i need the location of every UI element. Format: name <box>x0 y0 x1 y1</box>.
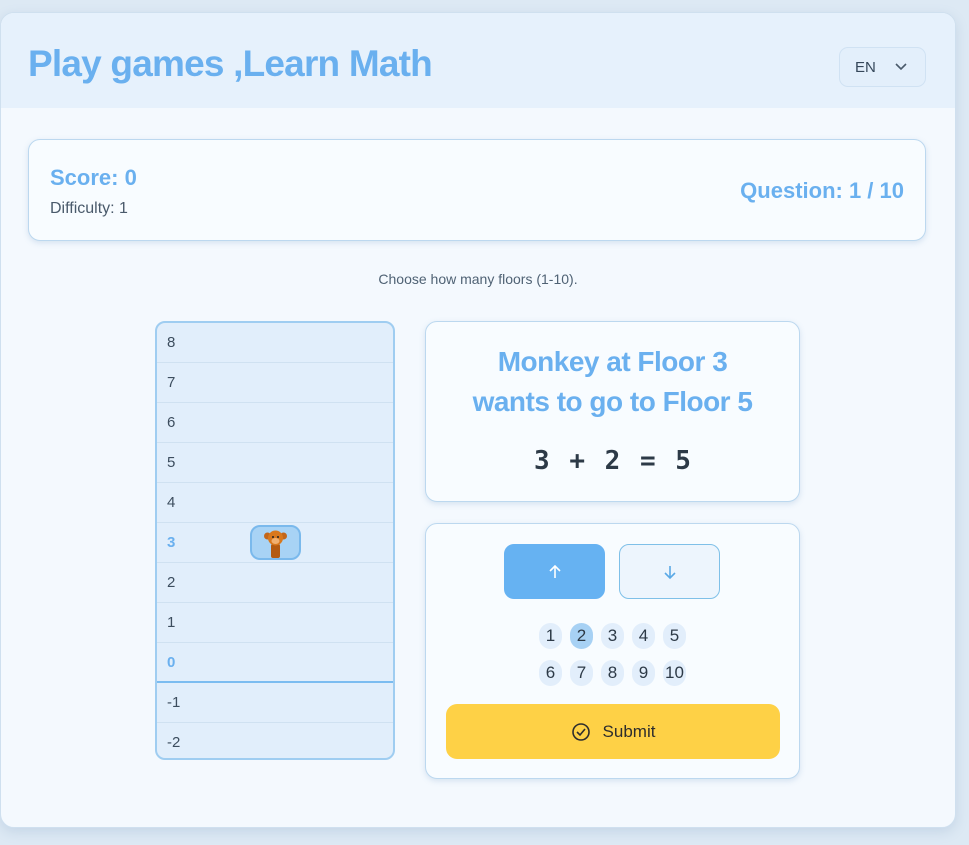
floor-row: 2 <box>157 563 393 603</box>
difficulty-text: Difficulty: 1 <box>50 200 128 217</box>
number-option[interactable]: 10 <box>663 660 686 686</box>
number-option[interactable]: 1 <box>539 623 562 649</box>
header: Play games ,Learn Math EN <box>1 13 955 108</box>
floor-row: 6 <box>157 403 393 443</box>
floor-row: 1 <box>157 603 393 643</box>
language-value: EN <box>855 58 876 76</box>
up-button[interactable] <box>504 544 605 599</box>
check-circle-icon <box>571 722 590 741</box>
question-counter: Question: 1 / 10 <box>740 178 904 203</box>
control-card: 12345 6 7 8 9 10 Submit <box>425 523 800 779</box>
number-row-2: 6 7 8 9 10 <box>426 660 799 686</box>
monkey-marker <box>250 525 301 560</box>
problem-card: Monkey at Floor 3 wants to go to Floor 5… <box>425 321 800 502</box>
floor-row: 0 <box>157 643 393 683</box>
arrow-up-icon <box>548 564 561 578</box>
equation: 3 + 2 = 5 <box>534 446 691 476</box>
number-option[interactable]: 4 <box>632 623 655 649</box>
problem-line-2: wants to go to Floor 5 <box>472 386 753 417</box>
problem-line-1: Monkey at Floor 3 <box>497 346 728 377</box>
floor-row: -1 <box>157 683 393 723</box>
number-option[interactable]: 9 <box>632 660 655 686</box>
app-window: Play games ,Learn Math EN Score: 0 Diffi… <box>0 12 956 828</box>
number-option[interactable]: 7 <box>570 660 593 686</box>
floor-row: 8 <box>157 323 393 363</box>
language-select[interactable]: EN <box>839 47 926 87</box>
submit-button[interactable]: Submit <box>446 704 780 759</box>
down-button[interactable] <box>619 544 720 599</box>
number-option[interactable]: 3 <box>601 623 624 649</box>
number-option[interactable]: 8 <box>601 660 624 686</box>
score-card: Score: 0 Difficulty: 1 Question: 1 / 10 <box>28 139 926 241</box>
number-row-1: 12345 <box>426 623 799 649</box>
score-text: Score: 0 <box>50 165 137 190</box>
chevron-down-icon <box>895 63 907 71</box>
floor-row: 5 <box>157 443 393 483</box>
arrow-down-icon <box>663 565 676 579</box>
floor-row: 7 <box>157 363 393 403</box>
number-option[interactable]: 6 <box>539 660 562 686</box>
instruction-text: Choose how many floors (1-10). <box>378 271 578 287</box>
floor-row: -2 <box>157 723 393 758</box>
floor-row: 4 <box>157 483 393 523</box>
problem-statement: Monkey at Floor 3 wants to go to Floor 5 <box>426 342 799 422</box>
number-option[interactable]: 5 <box>663 623 686 649</box>
number-option[interactable]: 2 <box>570 623 593 649</box>
submit-label: Submit <box>602 721 656 741</box>
building: 8 7 6 5 4 3 2 1 0 -1 -2 <box>155 321 395 760</box>
page-title: Play games ,Learn Math <box>28 43 433 84</box>
monkey-icon <box>264 530 287 558</box>
